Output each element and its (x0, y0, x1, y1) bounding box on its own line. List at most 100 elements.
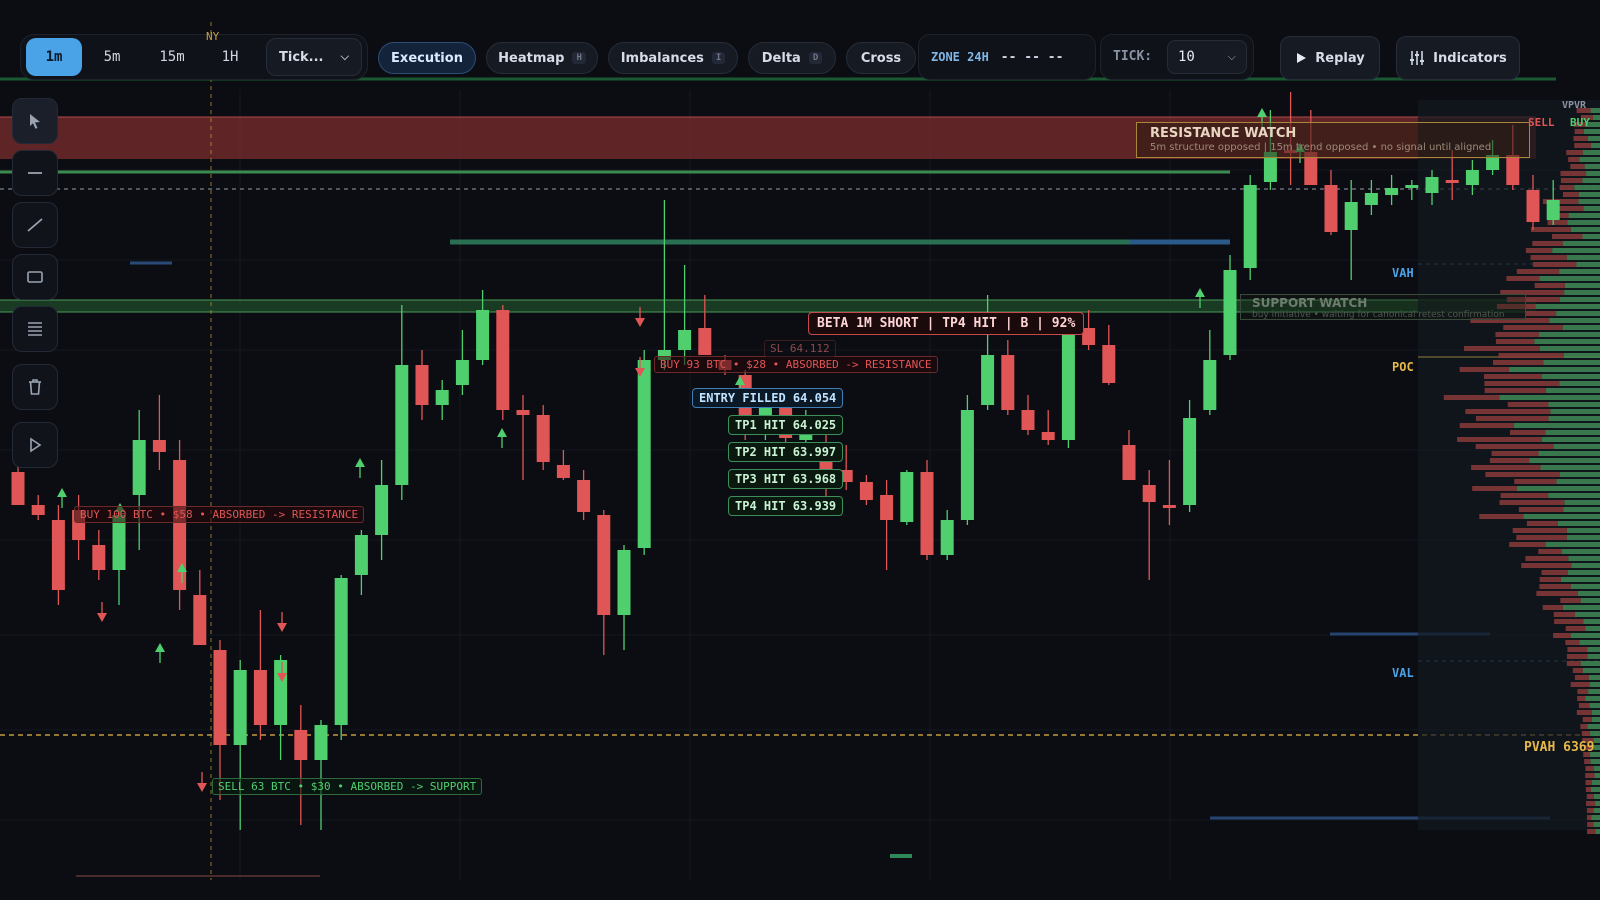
profile-buy-bar (1593, 822, 1600, 827)
cursor-tool[interactable] (12, 98, 58, 144)
candle-bear (92, 545, 106, 570)
absorption-label[interactable]: BUY 100 BTC • $58 • ABSORBED -> RESISTAN… (74, 506, 365, 523)
profile-buy-bar (1553, 444, 1600, 449)
toggle-heatmap[interactable]: Heatmap H (486, 42, 598, 74)
profile-sell-bar (1500, 493, 1549, 498)
profile-sell-bar (1565, 640, 1580, 645)
profile-sell-bar (1585, 766, 1595, 771)
toggle-imbalances[interactable]: Imbalances I (608, 42, 738, 74)
profile-buy-bar (1534, 339, 1600, 344)
timeframe-5m[interactable]: 5m (86, 38, 138, 76)
profile-sell-bar (1534, 283, 1565, 288)
toggle-label: Heatmap (498, 50, 565, 66)
candle-bull (1546, 200, 1560, 220)
candle-bear (1041, 432, 1055, 440)
tp1-label[interactable]: TP1 HIT 64.025 (728, 415, 844, 435)
profile-buy-bar (1545, 542, 1600, 547)
profile-buy-bar (1564, 290, 1600, 295)
profile-buy-bar (1584, 164, 1600, 169)
profile-sell-bar (1525, 311, 1557, 316)
candle-bull (112, 515, 126, 570)
profile-buy-bar (1590, 759, 1600, 764)
buy-arrow-head (497, 428, 507, 437)
indicators-button[interactable]: Indicators (1396, 36, 1520, 80)
entry-label[interactable]: ENTRY FILLED 64.054 (692, 388, 844, 408)
replay-button[interactable]: Replay (1280, 36, 1380, 80)
play-icon (30, 437, 42, 453)
signal-badge[interactable]: BETA 1M SHORT | TP4 HIT | B | 92% (808, 312, 1085, 335)
candle-bull (1203, 360, 1217, 410)
profile-buy-bar (1529, 458, 1600, 463)
profile-sell-bar (1491, 451, 1539, 456)
toggle-cross[interactable]: Cross (846, 42, 916, 74)
toggle-execution[interactable]: Execution (378, 42, 476, 74)
profile-buy-bar (1588, 675, 1600, 680)
profile-sell-bar (1568, 157, 1580, 162)
replay-tool[interactable] (12, 422, 58, 468)
profile-sell-bar (1580, 724, 1588, 729)
candle-bull (395, 365, 409, 485)
profile-sell-bar (1495, 339, 1535, 344)
profile-buy-bar (1587, 136, 1600, 141)
profile-buy-bar (1580, 661, 1600, 666)
profile-buy-bar (1583, 129, 1600, 134)
timeframe-1m[interactable]: 1m (26, 38, 82, 76)
stop-loss-label[interactable]: SL 64.112 (764, 340, 836, 357)
profile-buy-bar (1564, 500, 1600, 505)
profile-sell-bar (1495, 332, 1539, 337)
profile-sell-bar (1553, 612, 1575, 617)
timeframe-15m[interactable]: 15m (144, 38, 200, 76)
profile-buy-bar (1566, 528, 1600, 533)
profile-buy-bar (1578, 199, 1600, 204)
tp2-label[interactable]: TP2 HIT 63.997 (728, 442, 844, 462)
profile-buy-bar (1590, 108, 1600, 113)
profile-buy-bar (1545, 388, 1600, 393)
absorption-label[interactable]: BUY 93 BTC • $28 • ABSORBED -> RESISTANC… (654, 356, 938, 373)
execution-marker (890, 854, 912, 858)
tp4-label[interactable]: TP4 HIT 63.939 (728, 496, 844, 516)
profile-buy-bar (1562, 605, 1600, 610)
profile-sell-bar (1484, 388, 1546, 393)
profile-buy-bar (1574, 612, 1600, 617)
candle-bear (698, 328, 712, 355)
profile-buy-bar (1583, 619, 1600, 624)
profile-buy-bar (1548, 493, 1600, 498)
profile-buy-bar (1560, 577, 1600, 582)
profile-buy-bar (1559, 472, 1600, 477)
tick-size-select[interactable]: 10 ⌵ (1167, 40, 1247, 74)
profile-sell-bar (1539, 577, 1561, 582)
rectangle-tool[interactable] (12, 254, 58, 300)
profile-buy-bar (1594, 773, 1600, 778)
buy-arrow-head (155, 643, 165, 652)
profile-buy-bar (1538, 451, 1600, 456)
horizontal-line-tool[interactable] (12, 150, 58, 196)
delete-tool[interactable] (12, 364, 58, 410)
profile-sell-bar (1541, 570, 1568, 575)
trend-line-tool[interactable] (12, 202, 58, 248)
profile-buy-bar (1540, 465, 1600, 470)
tick-select[interactable]: Tick... ⌵ (266, 38, 362, 76)
timeframe-1h[interactable]: 1H (204, 38, 256, 76)
sell-arrow-head (277, 623, 287, 632)
profile-buy-bar (1556, 479, 1600, 484)
candle-bear (1142, 485, 1156, 502)
candle-bear (51, 520, 65, 590)
candle-bull (1344, 202, 1358, 230)
fib-lines-tool[interactable] (12, 306, 58, 352)
candle-bull (1243, 185, 1257, 268)
profile-buy-bar (1582, 150, 1600, 155)
profile-buy-bar (1591, 710, 1600, 715)
candle-bear (1021, 410, 1035, 430)
zone-24h-readout[interactable]: ZONE 24H -- -- -- (918, 34, 1096, 80)
tp3-label[interactable]: TP3 HIT 63.968 (728, 469, 844, 489)
profile-sell-bar (1484, 381, 1560, 386)
profile-buy-bar (1580, 598, 1600, 603)
profile-buy-bar (1550, 409, 1600, 414)
profile-buy-bar (1571, 563, 1600, 568)
candle-bear (1324, 185, 1338, 232)
profile-sell-bar (1539, 584, 1571, 589)
support-watch-title: SUPPORT WATCH (1252, 296, 1368, 310)
profile-buy-bar (1549, 318, 1600, 323)
toggle-delta[interactable]: Delta D (748, 42, 836, 74)
absorption-label[interactable]: SELL 63 BTC • $30 • ABSORBED -> SUPPORT (212, 778, 483, 795)
